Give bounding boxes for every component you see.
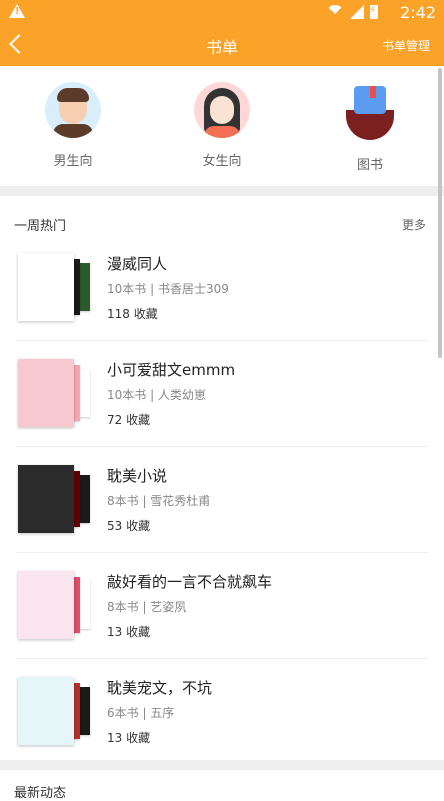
- book-cover-stack: [18, 677, 98, 747]
- book-cover: [80, 475, 90, 523]
- book-cover: [18, 359, 74, 427]
- book-cover: [80, 687, 90, 735]
- book-cover: [18, 465, 74, 533]
- book-cover: [80, 369, 90, 417]
- category-female[interactable]: 女生向: [177, 82, 267, 169]
- item-meta: 10本书 | 人类幼崽: [107, 388, 206, 402]
- female-avatar-icon: [194, 82, 250, 138]
- page-title: 书单: [205, 38, 238, 57]
- book-cover: [80, 263, 90, 311]
- wifi-icon: [326, 5, 344, 19]
- signal-icon: [350, 5, 364, 19]
- category-male[interactable]: 男生向: [28, 82, 118, 169]
- list-item[interactable]: 漫威同人 10本书 | 书香居士309 118 收藏: [16, 235, 428, 341]
- more-link[interactable]: 更多: [402, 216, 426, 233]
- warning-icon: [9, 4, 25, 18]
- category-books[interactable]: 图书: [325, 82, 415, 173]
- item-meta: 8本书 | 艺姿夙: [107, 600, 187, 614]
- item-title: 小可爱甜文emmm: [107, 361, 236, 379]
- male-avatar-icon: [45, 82, 101, 138]
- category-label: 男生向: [53, 154, 93, 169]
- category-label: 图书: [356, 158, 383, 173]
- status-icons: [326, 4, 378, 20]
- book-cover-stack: [18, 465, 98, 535]
- item-title: 耽美宠文，不坑: [107, 679, 213, 697]
- manage-booklist-link[interactable]: 书单管理: [382, 37, 430, 54]
- category-row: 男生向 女生向 图书: [0, 66, 444, 186]
- list-item[interactable]: 耽美小说 8本书 | 雪花秀杜甫 53 收藏: [16, 447, 428, 553]
- item-favorites: 13 收藏: [107, 625, 151, 639]
- list-item[interactable]: 敲好看的一言不合就飙车 8本书 | 艺姿夙 13 收藏: [16, 553, 428, 659]
- item-meta: 6本书 | 五序: [107, 706, 175, 720]
- book-cover: [18, 677, 74, 745]
- item-favorites: 72 收藏: [107, 413, 151, 427]
- item-favorites: 13 收藏: [107, 731, 151, 745]
- item-title: 耽美小说: [107, 467, 168, 485]
- scrollbar[interactable]: [438, 68, 442, 358]
- book-cover: [80, 581, 90, 629]
- battery-icon: [369, 5, 378, 19]
- books-icon: [342, 82, 398, 142]
- section-title: 一周热门: [14, 219, 67, 234]
- item-title: 漫威同人: [107, 255, 168, 273]
- section-title-latest: 最新动态: [14, 786, 67, 801]
- section-divider: [0, 186, 444, 196]
- section-divider: [0, 760, 444, 770]
- item-meta: 8本书 | 雪花秀杜甫: [107, 494, 211, 508]
- book-cover-stack: [18, 359, 98, 429]
- list-item[interactable]: 小可爱甜文emmm 10本书 | 人类幼崽 72 收藏: [16, 341, 428, 447]
- list-item[interactable]: 耽美宠文，不坑 6本书 | 五序 13 收藏: [16, 659, 428, 764]
- item-favorites: 118 收藏: [107, 307, 158, 321]
- book-cover-stack: [18, 253, 98, 323]
- category-label: 女生向: [202, 154, 242, 169]
- status-bar: 2:42: [0, 0, 444, 24]
- item-favorites: 53 收藏: [107, 519, 151, 533]
- book-cover: [18, 571, 74, 639]
- status-time: 2:42: [400, 3, 436, 22]
- item-title: 敲好看的一言不合就飙车: [107, 573, 273, 591]
- app-header: 书单 书单管理: [0, 24, 444, 66]
- book-cover-stack: [18, 571, 98, 641]
- booklist-list: 漫威同人 10本书 | 书香居士309 118 收藏 小可爱甜文emmm 10本…: [0, 235, 444, 764]
- item-meta: 10本书 | 书香居士309: [107, 282, 229, 296]
- book-cover: [18, 253, 74, 321]
